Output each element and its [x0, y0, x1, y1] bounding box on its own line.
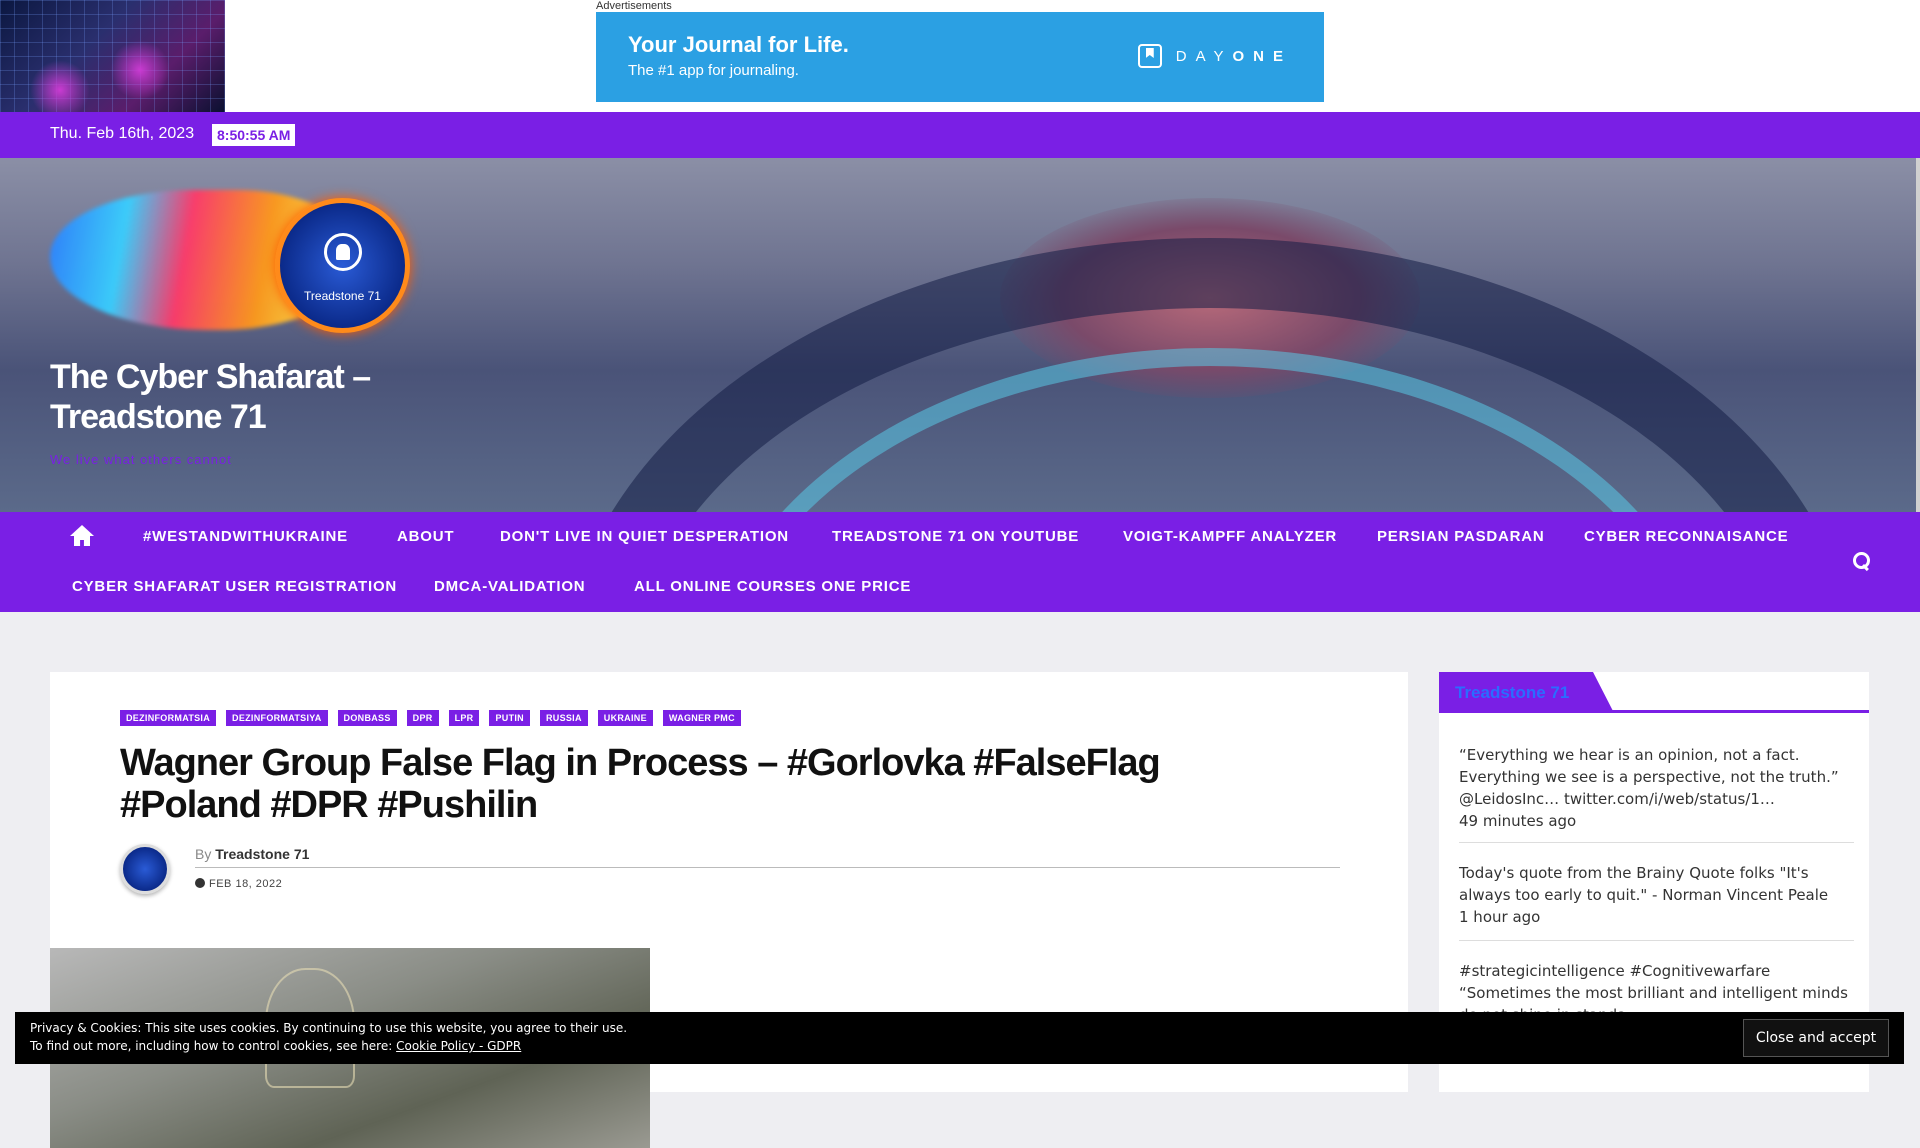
- cookie-policy-link[interactable]: Cookie Policy - GDPR: [396, 1039, 521, 1053]
- nav-item-quiet-desperation[interactable]: DON'T LIVE IN QUIET DESPERATION: [500, 528, 789, 545]
- site-title[interactable]: The Cyber Shafarat – Treadstone 71: [50, 357, 450, 437]
- bookmark-icon: [1137, 44, 1162, 68]
- nav-item-cyber-reconnaisance[interactable]: CYBER RECONNAISANCE: [1584, 528, 1788, 545]
- clock-icon: [195, 878, 205, 888]
- byline-prefix: By: [195, 846, 212, 862]
- widget-title: Treadstone 71: [1455, 683, 1570, 702]
- tweet-text[interactable]: “Everything we hear is an opinion, not a…: [1459, 746, 1839, 808]
- category-tag[interactable]: RUSSIA: [539, 710, 588, 726]
- ad-subline: The #1 app for journaling.: [628, 62, 799, 79]
- meta-divider: [195, 867, 1340, 868]
- close-and-accept-button[interactable]: Close and accept: [1743, 1019, 1889, 1057]
- tweet-time[interactable]: 1 hour ago: [1459, 906, 1854, 928]
- cookie-line-1: Privacy & Cookies: This site uses cookie…: [30, 1021, 628, 1035]
- nav-item-persian-pasdaran[interactable]: PERSIAN PASDARAN: [1377, 528, 1545, 545]
- nav-item-westandwithukraine[interactable]: #WESTANDWITHUKRAINE: [143, 528, 348, 545]
- site-logo[interactable]: Treadstone 71: [50, 180, 425, 350]
- post-categories: DEZINFORMATSIA DEZINFORMATSIYA DONBASS D…: [120, 710, 741, 726]
- nav-item-voigt-kampff[interactable]: VOIGT-KAMPFF ANALYZER: [1123, 528, 1337, 545]
- tweet-text[interactable]: Today's quote from the Brainy Quote folk…: [1459, 864, 1828, 904]
- category-tag[interactable]: LPR: [448, 710, 480, 726]
- cookie-line-2: To find out more, including how to contr…: [30, 1039, 393, 1053]
- author-name[interactable]: Treadstone 71: [215, 846, 309, 862]
- category-tag[interactable]: WAGNER PMC: [662, 710, 741, 726]
- category-tag[interactable]: DPR: [406, 710, 439, 726]
- nav-item-online-courses[interactable]: ALL ONLINE COURSES ONE PRICE: [634, 578, 911, 595]
- tweet-time[interactable]: 49 minutes ago: [1459, 810, 1854, 832]
- current-time: 8:50:55 AM: [212, 124, 296, 146]
- ad-brand: DAYONE: [1137, 44, 1292, 68]
- nav-item-dmca-validation[interactable]: DMCA-VALIDATION: [434, 578, 585, 595]
- nav-item-youtube[interactable]: TREADSTONE 71 ON YOUTUBE: [832, 528, 1079, 545]
- tweet-divider: [1459, 842, 1854, 843]
- home-icon[interactable]: [70, 525, 94, 547]
- post-byline: By Treadstone 71: [195, 846, 309, 862]
- cookie-banner: Privacy & Cookies: This site uses cookie…: [15, 1012, 1904, 1064]
- tweet-item: “Everything we hear is an opinion, not a…: [1459, 744, 1854, 832]
- current-date: Thu. Feb 16th, 2023: [50, 125, 195, 142]
- header-scrollbar[interactable]: [1916, 158, 1920, 512]
- nav-item-user-registration[interactable]: CYBER SHAFARAT USER REGISTRATION: [72, 578, 397, 595]
- logo-caption: Treadstone 71: [304, 289, 381, 303]
- widget-header: Treadstone 71: [1439, 672, 1869, 713]
- user-icon: [324, 233, 362, 271]
- post-date-text[interactable]: FEB 18, 2022: [209, 878, 282, 890]
- ad-brand-light: DAY: [1175, 47, 1233, 65]
- search-icon[interactable]: [1853, 552, 1871, 570]
- nav-item-about[interactable]: ABOUT: [397, 528, 454, 545]
- author-avatar[interactable]: [120, 844, 170, 894]
- ad-brand-bold: ONE: [1232, 47, 1292, 65]
- top-bar: Advertisements Your Journal for Life. Th…: [0, 0, 1920, 112]
- ad-headline: Your Journal for Life.: [628, 32, 849, 57]
- category-tag[interactable]: DEZINFORMATSIA: [120, 710, 217, 726]
- cookie-text: Privacy & Cookies: This site uses cookie…: [30, 1019, 627, 1055]
- date-bar: Thu. Feb 16th, 2023 8:50:55 AM: [0, 112, 1920, 158]
- site-tagline: We live what others cannot: [50, 452, 232, 467]
- tweet-item: Today's quote from the Brainy Quote folk…: [1459, 862, 1854, 928]
- category-tag[interactable]: PUTIN: [489, 710, 530, 726]
- main-navigation: #WESTANDWITHUKRAINE ABOUT DON'T LIVE IN …: [0, 512, 1920, 612]
- advertisement-banner[interactable]: Your Journal for Life. The #1 app for jo…: [596, 12, 1324, 102]
- post-title[interactable]: Wagner Group False Flag in Process – #Go…: [120, 742, 1270, 826]
- category-tag[interactable]: DONBASS: [337, 710, 397, 726]
- category-tag[interactable]: DEZINFORMATSIYA: [226, 710, 328, 726]
- category-tag[interactable]: UKRAINE: [597, 710, 653, 726]
- tweet-divider: [1459, 940, 1854, 941]
- post-date: FEB 18, 2022: [195, 877, 282, 890]
- ad-label: Advertisements: [596, 0, 672, 12]
- corner-banner-image[interactable]: [0, 0, 225, 112]
